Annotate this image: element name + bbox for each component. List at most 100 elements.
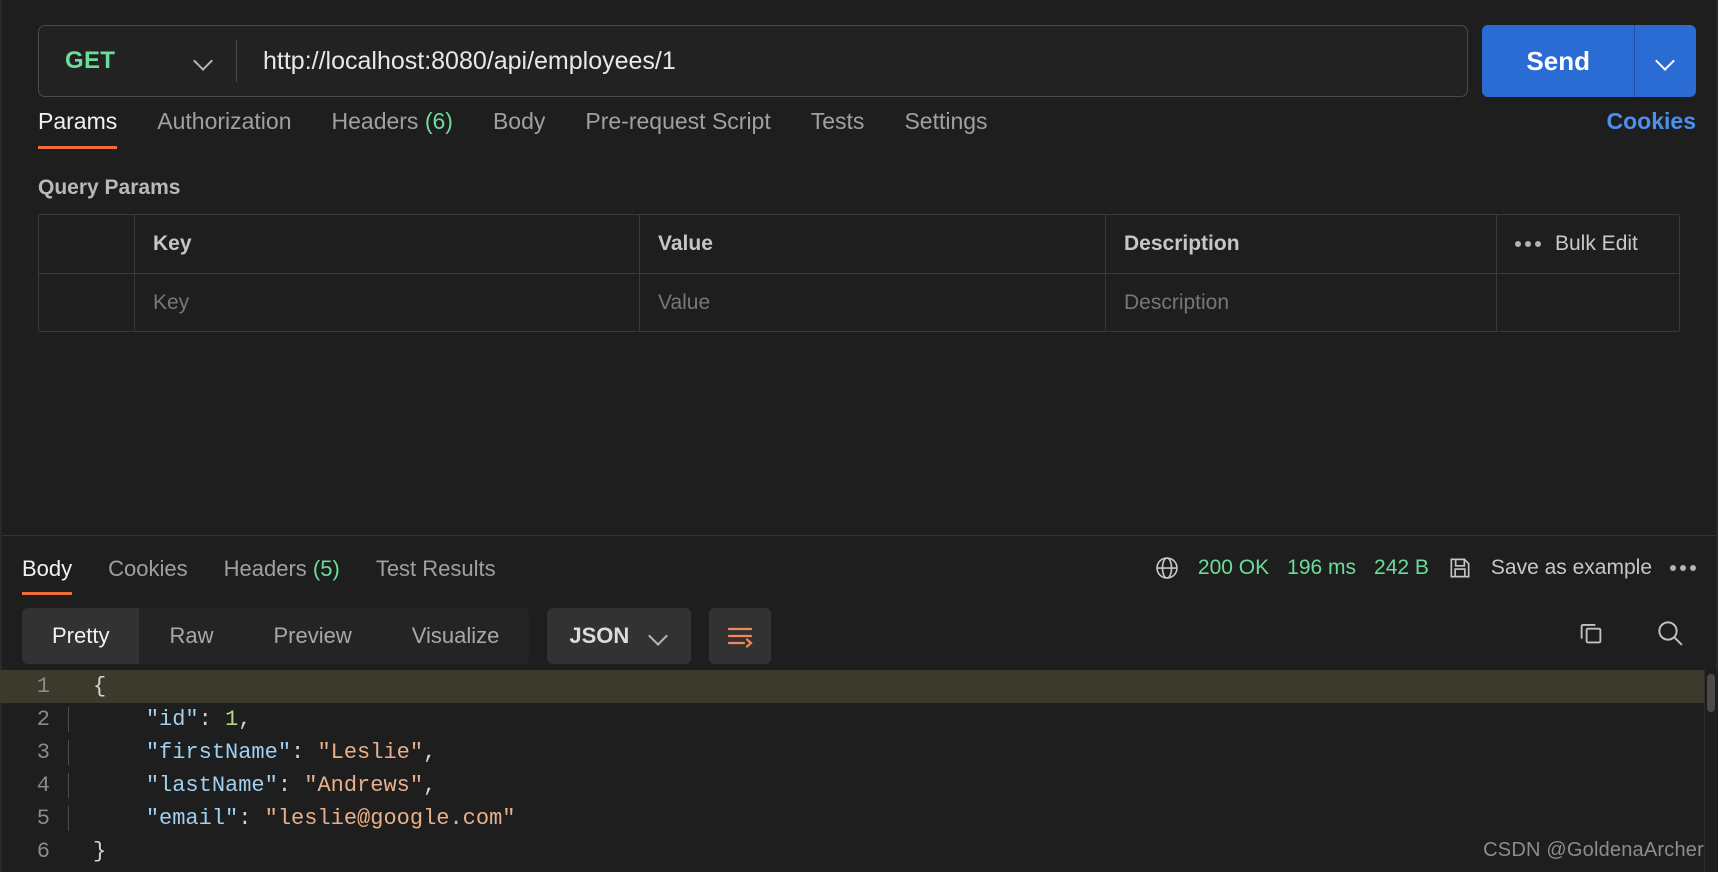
code-token-num: 1 xyxy=(225,706,239,732)
more-options-icon[interactable] xyxy=(1515,241,1541,247)
column-header-description: Description xyxy=(1124,232,1240,255)
http-method-select[interactable]: GET xyxy=(39,26,236,96)
line-number: 2 xyxy=(36,706,50,732)
tab-tests[interactable]: Tests xyxy=(811,104,865,149)
url-input[interactable] xyxy=(237,26,1468,96)
tab-pre-request-script[interactable]: Pre-request Script xyxy=(585,104,770,149)
view-mode-visualize[interactable]: Visualize xyxy=(382,608,530,664)
bulk-edit-button[interactable]: Bulk Edit xyxy=(1555,232,1638,256)
key-placeholder: Key xyxy=(153,290,190,314)
response-tab-label: Headers xyxy=(223,555,307,581)
code-line: 4 "lastName": "Andrews", xyxy=(0,769,1718,802)
code-token-str: "leslie@google.com" xyxy=(264,805,516,831)
response-tab-test-results[interactable]: Test Results xyxy=(376,554,496,595)
send-options-button[interactable] xyxy=(1634,25,1696,97)
tab-label: Params xyxy=(38,108,118,134)
wrap-lines-button[interactable] xyxy=(709,607,772,664)
tab-label: Pre-request Script xyxy=(585,108,771,134)
code-token-punct: : xyxy=(198,706,226,732)
view-mode-label: Raw xyxy=(169,622,214,648)
code-line: 2 "id": 1, xyxy=(0,703,1718,736)
line-number: 5 xyxy=(36,805,50,831)
response-size: 242 B xyxy=(1374,555,1429,579)
cookies-link[interactable]: Cookies xyxy=(1607,104,1696,135)
code-line: 1{ xyxy=(0,669,1718,703)
response-header: Body Cookies Headers (5) Test Results 20… xyxy=(0,536,1718,596)
code-token-punct: , xyxy=(423,739,437,765)
tab-label: Tests xyxy=(810,108,865,134)
response-tab-label: Test Results xyxy=(375,555,496,581)
column-header-key: Key xyxy=(153,232,192,255)
view-mode-segmented-control: Pretty Raw Preview Visualize xyxy=(22,607,530,664)
code-token-punct xyxy=(93,773,146,798)
send-button-group: Send xyxy=(1482,25,1696,97)
code-token-punct xyxy=(93,806,146,831)
table-row: Key Value Description xyxy=(39,273,1679,331)
code-line: 5 "email": "leslie@google.com" xyxy=(0,802,1718,835)
search-icon[interactable] xyxy=(1654,617,1686,654)
code-token-punct: : xyxy=(238,805,265,831)
code-line-text: "id": 1, xyxy=(68,706,1718,732)
response-tab-headers[interactable]: Headers (5) xyxy=(224,554,340,595)
code-line-text: } xyxy=(68,839,1718,864)
tab-body[interactable]: Body xyxy=(493,104,545,149)
view-mode-pretty[interactable]: Pretty xyxy=(22,607,140,664)
response-body-code[interactable]: 1{2 "id": 1, 3 "firstName": "Leslie", 4 "l… xyxy=(0,669,1718,872)
row-description-cell[interactable]: Description xyxy=(1106,274,1497,331)
save-icon[interactable] xyxy=(1447,555,1473,581)
code-line: 6} xyxy=(0,835,1718,868)
line-number: 6 xyxy=(36,838,50,864)
header-tools-cell: Bulk Edit xyxy=(1497,215,1679,273)
code-line-text: { xyxy=(68,674,1718,699)
copy-icon[interactable] xyxy=(1576,618,1606,653)
response-format-select[interactable]: JSON xyxy=(547,607,692,664)
table-header-row: Key Value Description Bulk Edit xyxy=(39,215,1679,273)
code-token-punct xyxy=(93,740,146,765)
code-scrollbar[interactable] xyxy=(1704,669,1718,872)
row-checkbox-cell[interactable] xyxy=(39,274,135,331)
http-method-label: GET xyxy=(65,47,116,74)
code-scrollbar-thumb[interactable] xyxy=(1707,673,1715,712)
response-tab-label: Cookies xyxy=(108,555,188,581)
row-key-cell[interactable]: Key xyxy=(135,274,640,331)
tab-authorization[interactable]: Authorization xyxy=(157,104,291,149)
response-meta: 200 OK 196 ms 242 B Save as example xyxy=(1154,554,1696,581)
code-token-punct: , xyxy=(423,772,437,798)
save-as-example-button[interactable]: Save as example xyxy=(1491,556,1652,580)
code-token-key: "id" xyxy=(145,706,199,732)
tab-params[interactable]: Params xyxy=(38,104,118,149)
view-mode-raw[interactable]: Raw xyxy=(139,608,243,664)
response-time: 196 ms xyxy=(1287,555,1357,579)
response-more-options-icon[interactable] xyxy=(1670,564,1696,571)
response-tab-body[interactable]: Body xyxy=(22,554,73,595)
value-placeholder: Value xyxy=(658,290,711,314)
globe-icon xyxy=(1154,555,1180,581)
request-pane-spacer xyxy=(0,332,1718,535)
code-line: 3 "firstName": "Leslie", xyxy=(0,736,1718,769)
query-params-title: Query Params xyxy=(38,176,181,199)
wrap-text-icon xyxy=(728,627,753,648)
response-tab-count: (5) xyxy=(312,555,340,581)
tab-headers[interactable]: Headers (6) xyxy=(332,104,453,149)
row-value-cell[interactable]: Value xyxy=(640,274,1106,331)
tab-settings[interactable]: Settings xyxy=(904,104,987,149)
response-tab-label: Body xyxy=(22,555,73,581)
header-checkbox-cell xyxy=(39,215,135,273)
view-mode-preview[interactable]: Preview xyxy=(243,608,381,664)
tab-count: (6) xyxy=(424,108,453,134)
description-placeholder: Description xyxy=(1124,290,1230,314)
send-button[interactable]: Send xyxy=(1482,25,1634,97)
tab-label: Authorization xyxy=(157,108,292,134)
tab-label: Body xyxy=(492,108,546,134)
code-token-key: "lastName" xyxy=(145,772,278,798)
code-token-punct: } xyxy=(93,838,107,864)
code-token-key: "email" xyxy=(145,805,239,831)
request-tabs: Params Authorization Headers (6) Body Pr… xyxy=(0,104,1718,160)
code-token-punct: , xyxy=(238,706,252,732)
response-tab-cookies[interactable]: Cookies xyxy=(108,554,187,595)
view-mode-label: Visualize xyxy=(411,622,500,648)
response-actions xyxy=(1576,617,1696,654)
code-lines-container: 1{2 "id": 1, 3 "firstName": "Leslie", 4 "l… xyxy=(0,669,1718,868)
code-token-str: "Leslie" xyxy=(317,739,424,765)
response-format-label: JSON xyxy=(569,622,630,648)
